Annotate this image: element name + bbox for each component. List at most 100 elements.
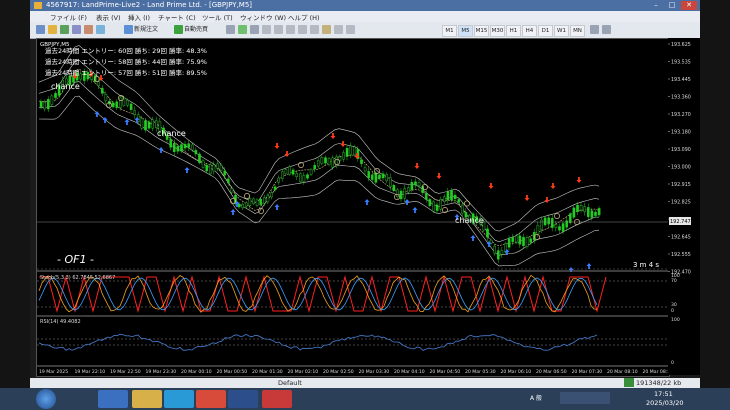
- close-button[interactable]: ✕: [681, 1, 697, 10]
- autoscroll-icon[interactable]: [298, 25, 307, 34]
- new-order-button[interactable]: 新規注文: [134, 25, 158, 35]
- indicators-icon[interactable]: [322, 25, 331, 34]
- candle-body: [587, 207, 590, 217]
- start-button[interactable]: [36, 389, 56, 409]
- zoom-out-icon[interactable]: [274, 25, 283, 34]
- stats-line-3: 過去24時間 エントリー: 57回 勝ち: 51回 勝率: 89.5%: [45, 68, 207, 77]
- candle-body: [327, 158, 331, 165]
- candle-chart-icon[interactable]: [238, 25, 247, 34]
- candle-body: [219, 165, 223, 171]
- buy-arrow-icon: [586, 263, 592, 269]
- edge-icon[interactable]: [164, 390, 194, 408]
- line-chart-icon[interactable]: [250, 25, 259, 34]
- tf-h4[interactable]: H4: [522, 25, 537, 37]
- candle-body: [194, 149, 198, 155]
- menu-file[interactable]: ファイル (F): [50, 12, 87, 22]
- profile-name: Default: [278, 379, 302, 387]
- tf-m1[interactable]: M1: [442, 25, 457, 37]
- candle-body: [133, 110, 136, 116]
- candle-body: [230, 188, 234, 193]
- time-axis-label: 20 Mar 02:50: [323, 369, 354, 375]
- candle-body: [176, 146, 180, 152]
- maximize-button[interactable]: □: [664, 1, 680, 10]
- candle-body: [187, 143, 191, 148]
- chart-shift-icon[interactable]: [310, 25, 319, 34]
- minimize-button[interactable]: –: [648, 1, 664, 10]
- candle-body: [183, 143, 187, 149]
- candle-body: [226, 178, 230, 184]
- tester-icon[interactable]: [96, 25, 105, 34]
- tf-h1[interactable]: H1: [506, 25, 521, 37]
- candle-body: [594, 211, 597, 216]
- candle-body: [201, 160, 205, 168]
- menu-chart[interactable]: チャート (C): [158, 12, 196, 22]
- explorer-icon[interactable]: [132, 390, 162, 408]
- new-chart-icon[interactable]: [36, 25, 45, 34]
- candle-body: [381, 173, 385, 179]
- tf-w1[interactable]: W1: [554, 25, 569, 37]
- candle-body: [259, 198, 263, 205]
- menu-tools[interactable]: ツール (T): [202, 12, 233, 22]
- menu-help[interactable]: ヘルプ (H): [288, 12, 320, 22]
- app-icon-2[interactable]: [262, 390, 292, 408]
- tray-icons[interactable]: [560, 392, 610, 404]
- crosshair-icon[interactable]: [602, 25, 611, 34]
- price-scale-label: 192.915: [671, 182, 691, 188]
- buy-arrow-icon: [230, 209, 236, 215]
- terminal-icon[interactable]: [84, 25, 93, 34]
- periods-icon[interactable]: [334, 25, 343, 34]
- time-axis-label: 20 Mar 02:10: [288, 369, 319, 375]
- price-scale-label: 193.090: [671, 147, 691, 153]
- tf-m5[interactable]: M5: [458, 25, 473, 37]
- clock-time[interactable]: 17:51: [654, 390, 673, 398]
- candle-body: [583, 206, 586, 213]
- tf-m30[interactable]: M30: [490, 25, 505, 37]
- candle-body: [248, 198, 252, 207]
- tile-icon[interactable]: [286, 25, 295, 34]
- candle-body: [558, 226, 561, 231]
- candle-body: [345, 148, 349, 157]
- app-icon: [34, 2, 42, 9]
- candle-body: [172, 142, 176, 152]
- candle-body: [266, 195, 270, 203]
- open-folder-icon[interactable]: [48, 25, 57, 34]
- chart-canvas[interactable]: GBPJPY,M5 過去24時間 エントリー: 60回 勝ち: 29回 勝率: …: [37, 39, 669, 376]
- time-axis-label: 20 Mar 04:50: [430, 369, 461, 375]
- candle-body: [392, 185, 396, 191]
- tf-d1[interactable]: D1: [538, 25, 553, 37]
- chart-window[interactable]: GBPJPY,M5 過去24時間 エントリー: 60回 勝ち: 29回 勝率: …: [36, 38, 670, 377]
- time-axis-label: 19 Mar 22:10: [75, 369, 106, 375]
- rsi-scale-label: 0: [671, 360, 674, 366]
- ie-icon[interactable]: [98, 390, 128, 408]
- traffic-status: 191348/22 kb: [636, 379, 682, 387]
- candle-body: [237, 203, 241, 208]
- candle-body: [435, 204, 439, 211]
- bar-chart-icon[interactable]: [226, 25, 235, 34]
- candle-body: [324, 157, 327, 164]
- menu-window[interactable]: ウィンドウ (W): [240, 12, 286, 22]
- candle-body: [46, 99, 50, 110]
- menu-view[interactable]: 表示 (V): [96, 12, 121, 22]
- sell-arrow-icon: [436, 173, 442, 179]
- price-scale-label: 192.825: [671, 200, 691, 206]
- clock-date[interactable]: 2025/03/20: [646, 399, 683, 407]
- candle-body: [169, 139, 173, 148]
- menu-insert[interactable]: 挿入 (I): [128, 12, 150, 22]
- zoom-in-icon[interactable]: [262, 25, 271, 34]
- navigator-icon[interactable]: [72, 25, 81, 34]
- ime-indicator[interactable]: A 般: [530, 393, 542, 402]
- metatrader-icon[interactable]: [228, 390, 258, 408]
- templates-icon[interactable]: [346, 25, 355, 34]
- price-scale-label: 193.000: [671, 165, 691, 171]
- chrome-icon[interactable]: [196, 390, 226, 408]
- cursor-icon[interactable]: [590, 25, 599, 34]
- candle-body: [309, 169, 313, 175]
- auto-trade-button[interactable]: 自動売買: [184, 25, 208, 35]
- tf-mn[interactable]: MN: [570, 25, 585, 37]
- price-scale-label: 193.535: [671, 60, 691, 66]
- market-watch-icon[interactable]: [60, 25, 69, 34]
- buy-arrow-icon: [124, 119, 130, 125]
- candle-body: [554, 224, 558, 228]
- tf-m15[interactable]: M15: [474, 25, 489, 37]
- window-titlebar: 4567917: LandPrime-Live2 - Land Prime Lt…: [30, 0, 700, 11]
